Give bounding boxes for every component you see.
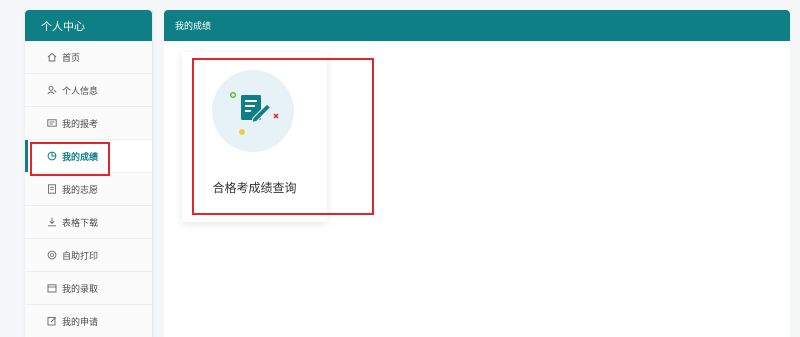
chart-icon xyxy=(47,151,57,161)
sidebar-item-label: 首页 xyxy=(62,53,81,64)
grade-query-card[interactable]: 合格考成绩查询 xyxy=(182,52,327,222)
main-panel: 我的成绩 合格考成绩查询 xyxy=(164,10,790,337)
page-title: 我的成绩 xyxy=(164,10,790,41)
page-title-text: 我的成绩 xyxy=(175,22,212,32)
sidebar: 个人中心 首页 个人信息 我的报考 我的成绩 我的志愿 表格下载 自助打印 我的… xyxy=(25,10,153,337)
sidebar-item-my-admission[interactable]: 我的录取 xyxy=(25,272,152,305)
document-icon xyxy=(47,184,57,194)
sidebar-item-personal-info[interactable]: 个人信息 xyxy=(25,74,152,107)
printer-icon xyxy=(47,250,57,260)
user-icon xyxy=(47,85,57,95)
sidebar-item-self-print[interactable]: 自助打印 xyxy=(25,239,152,272)
sidebar-item-home[interactable]: 首页 xyxy=(25,41,152,74)
edit-icon xyxy=(47,316,57,326)
sidebar-item-my-preferences[interactable]: 我的志愿 xyxy=(25,173,152,206)
id-card-icon xyxy=(47,118,57,128)
sidebar-item-label: 表格下载 xyxy=(62,218,99,229)
sidebar-item-label: 我的成绩 xyxy=(62,152,99,163)
download-icon xyxy=(47,217,57,227)
sidebar-item-label: 个人信息 xyxy=(62,86,99,97)
sidebar-item-label: 我的录取 xyxy=(62,284,99,295)
sidebar-item-my-scores[interactable]: 我的成绩 xyxy=(25,140,152,173)
calendar-icon xyxy=(47,283,57,293)
sidebar-item-label: 我的报考 xyxy=(62,119,99,130)
sidebar-title-text: 个人中心 xyxy=(41,19,85,33)
sidebar-item-my-registration[interactable]: 我的报考 xyxy=(25,107,152,140)
sidebar-item-label: 我的申请 xyxy=(62,317,99,328)
card-label: 合格考成绩查询 xyxy=(212,181,297,195)
sidebar-item-form-download[interactable]: 表格下载 xyxy=(25,206,152,239)
sidebar-item-label: 自助打印 xyxy=(62,251,99,262)
sidebar-item-my-applications[interactable]: 我的申请 xyxy=(25,305,152,337)
sidebar-item-label: 我的志愿 xyxy=(62,185,99,196)
home-icon xyxy=(47,52,57,62)
sidebar-title: 个人中心 xyxy=(25,10,152,41)
grade-report-icon xyxy=(212,70,294,152)
